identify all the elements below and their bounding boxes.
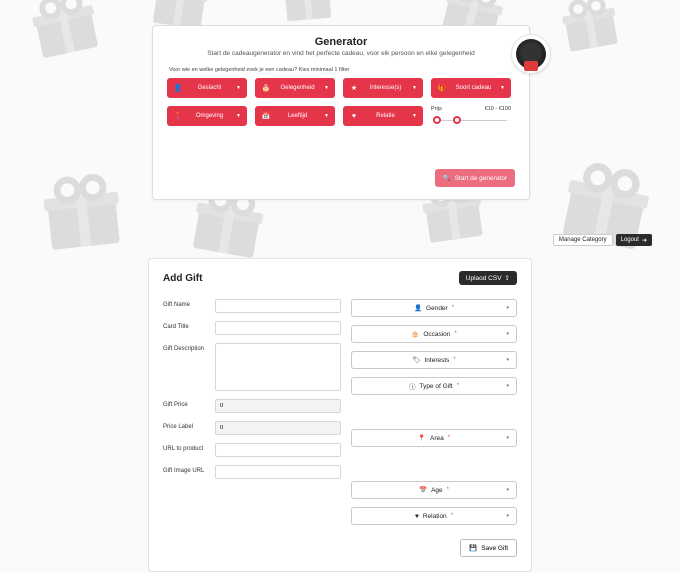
chevron-down-icon: ▾ bbox=[506, 357, 509, 363]
generator-subtitle: Start de cadeaugenerator en vind het per… bbox=[167, 50, 515, 57]
logout-button[interactable]: Logout ➜ bbox=[616, 234, 652, 246]
price-slider[interactable] bbox=[431, 116, 511, 126]
dd-interests[interactable]: 🏷 Interests* ▾ bbox=[351, 351, 517, 369]
filter-area[interactable]: 📍 Omgeving ▼ bbox=[167, 106, 247, 126]
filter-relation[interactable]: ♥ Relatie ▼ bbox=[343, 106, 423, 126]
card-title-input[interactable] bbox=[215, 321, 341, 335]
upload-csv-button[interactable]: Uplaod CSV ⇪ bbox=[459, 271, 517, 285]
info-icon: ⓘ bbox=[409, 381, 416, 391]
label-gift-price: Gift Price bbox=[163, 399, 215, 408]
gift-name-input[interactable] bbox=[215, 299, 341, 313]
price-range: €10 - €100 bbox=[485, 106, 511, 112]
form-left-column: Gift Name Card Title Gift Description Gi… bbox=[163, 299, 341, 525]
filter-age[interactable]: 📅 Leeftijd ▼ bbox=[255, 106, 335, 126]
price-filter: Prijs €10 - €100 bbox=[431, 106, 511, 126]
product-url-input[interactable] bbox=[215, 443, 341, 457]
cake-icon: 🎂 bbox=[411, 330, 419, 338]
filter-interests[interactable]: ★ Interesse(s) ▼ bbox=[343, 78, 423, 98]
price-label-input[interactable] bbox=[215, 421, 341, 435]
chevron-down-icon: ▾ bbox=[506, 331, 509, 337]
image-url-input[interactable] bbox=[215, 465, 341, 479]
filter-gifttype[interactable]: 🎁 Soort cadeau ▼ bbox=[431, 78, 511, 98]
gift-price-input[interactable] bbox=[215, 399, 341, 413]
upload-icon: ⇪ bbox=[505, 274, 510, 282]
dd-relation[interactable]: ♥ Relation* ▾ bbox=[351, 507, 517, 525]
person-icon: 👤 bbox=[173, 84, 183, 92]
price-label: Prijs bbox=[431, 106, 442, 112]
calendar-icon: 📅 bbox=[261, 112, 271, 120]
star-icon: ★ bbox=[349, 84, 359, 92]
chevron-down-icon: ▼ bbox=[412, 85, 417, 91]
gift-description-input[interactable] bbox=[215, 343, 341, 391]
heart-icon: ♥ bbox=[349, 113, 359, 120]
chevron-down-icon: ▼ bbox=[236, 85, 241, 91]
filter-occasion[interactable]: 🎂 Gelegenheid ▼ bbox=[255, 78, 335, 98]
label-gift-description: Gift Description bbox=[163, 343, 215, 352]
person-icon: 👤 bbox=[414, 304, 422, 312]
tag-icon: 🏷 bbox=[412, 356, 420, 364]
generator-panel: Generator Start de cadeaugenerator en vi… bbox=[152, 25, 530, 200]
chevron-down-icon: ▼ bbox=[500, 85, 505, 91]
search-icon: 🔍 bbox=[443, 174, 451, 182]
add-gift-card: Add Gift Uplaod CSV ⇪ Gift Name Card Tit… bbox=[148, 258, 532, 572]
label-card-title: Card Title bbox=[163, 321, 215, 330]
page-title: Add Gift bbox=[163, 273, 202, 284]
chevron-down-icon: ▾ bbox=[506, 513, 509, 519]
action-bar: Manage Category Logout ➜ bbox=[553, 234, 652, 246]
heart-icon: ♥ bbox=[415, 513, 419, 520]
label-price-label: Price Label bbox=[163, 421, 215, 430]
dd-area[interactable]: 📍 Area* ▾ bbox=[351, 429, 517, 447]
chevron-down-icon: ▼ bbox=[236, 113, 241, 119]
generator-title: Generator bbox=[167, 36, 515, 48]
chevron-down-icon: ▾ bbox=[506, 487, 509, 493]
start-generator-button[interactable]: 🔍 Start de generator bbox=[435, 169, 516, 187]
chevron-down-icon: ▼ bbox=[324, 85, 329, 91]
pin-icon: 📍 bbox=[173, 112, 183, 120]
generator-hint: Voor wie en welke gelegenheid zoek je ee… bbox=[169, 67, 515, 73]
cake-icon: 🎂 bbox=[261, 84, 271, 92]
mascot-avatar bbox=[511, 34, 551, 74]
form-right-column: 👤 Gender* ▾ 🎂 Occasion* ▾ 🏷 Interests* ▾… bbox=[351, 299, 517, 525]
chevron-down-icon: ▾ bbox=[506, 305, 509, 311]
label-url: URL to product bbox=[163, 443, 215, 452]
calendar-icon: 📅 bbox=[419, 486, 427, 494]
slider-thumb-max[interactable] bbox=[453, 116, 461, 124]
gift-icon: 🎁 bbox=[437, 84, 447, 92]
slider-thumb-min[interactable] bbox=[433, 116, 441, 124]
chevron-down-icon: ▾ bbox=[506, 435, 509, 441]
dd-gender[interactable]: 👤 Gender* ▾ bbox=[351, 299, 517, 317]
save-gift-button[interactable]: 💾 Save Gift bbox=[460, 539, 517, 557]
chevron-down-icon: ▼ bbox=[412, 113, 417, 119]
dd-gifttype[interactable]: ⓘ Type of Gift* ▾ bbox=[351, 377, 517, 395]
label-gift-name: Gift Name bbox=[163, 299, 215, 308]
chevron-down-icon: ▾ bbox=[506, 383, 509, 389]
label-image-url: Gift Image URL bbox=[163, 465, 215, 474]
chevron-down-icon: ▼ bbox=[324, 113, 329, 119]
manage-category-button[interactable]: Manage Category bbox=[553, 234, 613, 246]
save-icon: 💾 bbox=[469, 544, 477, 552]
filter-gender[interactable]: 👤 Geslacht ▼ bbox=[167, 78, 247, 98]
pin-icon: 📍 bbox=[418, 434, 426, 442]
dd-age[interactable]: 📅 Age* ▾ bbox=[351, 481, 517, 499]
logout-icon: ➜ bbox=[642, 237, 647, 244]
dd-occasion[interactable]: 🎂 Occasion* ▾ bbox=[351, 325, 517, 343]
